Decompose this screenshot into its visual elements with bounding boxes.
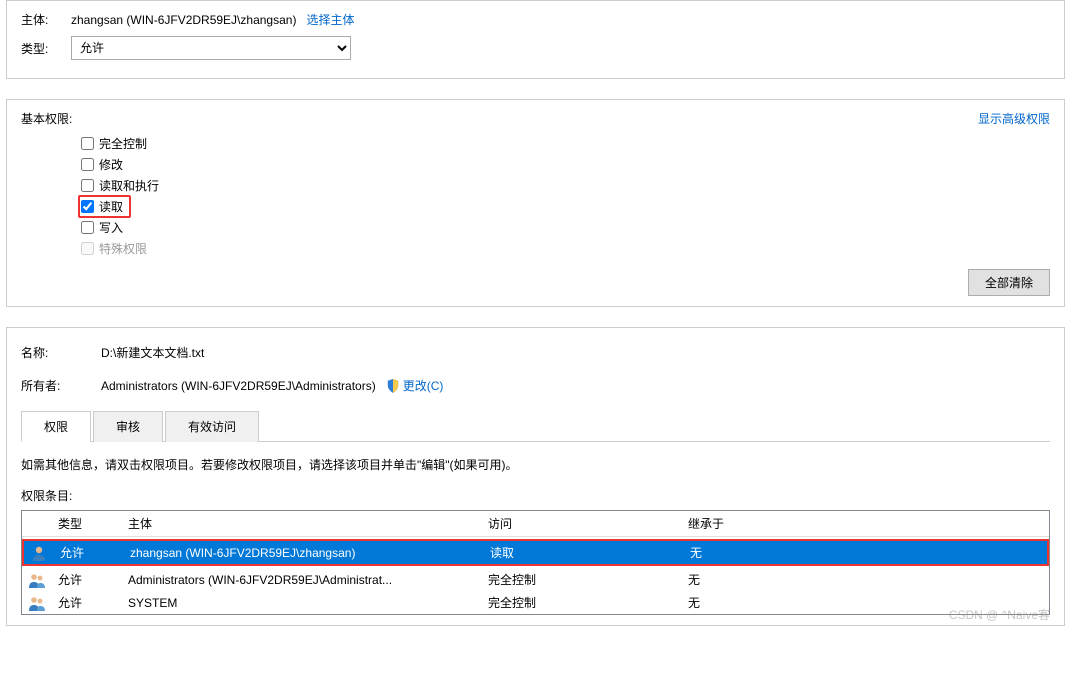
cell-principal: zhangsan (WIN-6JFV2DR59EJ\zhangsan) [124,542,484,564]
cell-access: 完全控制 [482,567,682,592]
perm-read: 读取 [81,196,1050,217]
owner-value: Administrators (WIN-6JFV2DR59EJ\Administ… [101,379,376,393]
basic-permissions-title: 基本权限: [21,110,72,127]
name-label: 名称: [21,344,101,361]
perm-checkbox-modify[interactable] [81,158,94,171]
name-value: D:\新建文本文档.txt [101,344,204,361]
single-user-icon [30,544,48,562]
perm-read-execute: 读取和执行 [81,175,1050,196]
perm-label: 读取 [99,198,123,215]
clear-all-button[interactable]: 全部清除 [968,269,1050,296]
col-type[interactable]: 类型 [52,511,122,536]
show-advanced-link[interactable]: 显示高级权限 [978,110,1050,127]
perm-checkbox-special [81,242,94,255]
perm-checkbox-write[interactable] [81,221,94,234]
principal-row: 主体: zhangsan (WIN-6JFV2DR59EJ\zhangsan) … [21,11,1050,28]
type-label: 类型: [21,40,71,57]
perm-modify: 修改 [81,154,1050,175]
instruction-text: 如需其他信息，请双击权限项目。若要修改权限项目，请选择该项目并单击"编辑"(如果… [21,456,1050,473]
perm-checkbox-read[interactable] [81,200,94,213]
multi-user-icon [28,594,46,612]
principal-name: zhangsan (WIN-6JFV2DR59EJ\zhangsan) [71,13,296,27]
perm-checkbox-full-control[interactable] [81,137,94,150]
cell-inherited: 无 [682,590,1049,615]
perm-special: 特殊权限 [81,238,1050,259]
table-row[interactable]: 允许 SYSTEM 完全控制 无 [22,591,1049,614]
perm-label: 读取和执行 [99,177,159,194]
owner-label: 所有者: [21,377,101,394]
perm-label: 写入 [99,219,123,236]
tab-audit[interactable]: 审核 [93,411,163,442]
perm-full-control: 完全控制 [81,133,1050,154]
basic-permissions-panel: 基本权限: 显示高级权限 完全控制 修改 读取和执行 读取 写入 特殊权限 [6,99,1065,307]
col-access[interactable]: 访问 [482,511,682,536]
permission-entries-table: 类型 主体 访问 继承于 允许 zhangsan (WIN-6JFV2DR59E… [21,510,1050,615]
tab-effective-access[interactable]: 有效访问 [165,411,259,442]
table-row[interactable]: 允许 zhangsan (WIN-6JFV2DR59EJ\zhangsan) 读… [24,541,1047,564]
col-principal[interactable]: 主体 [122,511,482,536]
advanced-security-panel: 名称: D:\新建文本文档.txt 所有者: Administrators (W… [6,327,1065,626]
principal-label: 主体: [21,11,71,28]
shield-icon [386,379,400,393]
cell-inherited: 无 [682,567,1049,592]
perm-write: 写入 [81,217,1050,238]
cell-type: 允许 [52,567,122,592]
col-inherited[interactable]: 继承于 [682,511,1049,536]
cell-type: 允许 [54,540,124,565]
entries-label: 权限条目: [21,487,1050,504]
principal-type-panel: 主体: zhangsan (WIN-6JFV2DR59EJ\zhangsan) … [6,0,1065,79]
tabs: 权限 审核 有效访问 [21,410,1050,442]
permissions-list: 完全控制 修改 读取和执行 读取 写入 特殊权限 [81,133,1050,259]
tab-permissions[interactable]: 权限 [21,411,91,442]
cell-access: 读取 [484,540,684,565]
cell-access: 完全控制 [482,590,682,615]
table-row-highlight: 允许 zhangsan (WIN-6JFV2DR59EJ\zhangsan) 读… [22,539,1049,566]
table-row[interactable]: 允许 Administrators (WIN-6JFV2DR59EJ\Admin… [22,568,1049,591]
type-select[interactable]: 允许 [71,36,351,60]
perm-label: 特殊权限 [99,240,147,257]
select-principal-link[interactable]: 选择主体 [306,11,354,28]
cell-type: 允许 [52,590,122,615]
name-row: 名称: D:\新建文本文档.txt [21,344,1050,361]
change-owner-link[interactable]: 更改(C) [403,377,444,394]
cell-principal: SYSTEM [122,592,482,614]
cell-principal: Administrators (WIN-6JFV2DR59EJ\Administ… [122,569,482,591]
perm-read-highlight: 读取 [78,195,131,218]
table-header: 类型 主体 访问 继承于 [22,511,1049,537]
owner-row: 所有者: Administrators (WIN-6JFV2DR59EJ\Adm… [21,377,1050,394]
multi-user-icon [28,571,46,589]
type-row: 类型: 允许 [21,36,1050,60]
perm-label: 完全控制 [99,135,147,152]
perm-checkbox-read-execute[interactable] [81,179,94,192]
perm-label: 修改 [99,156,123,173]
cell-inherited: 无 [684,540,1047,565]
